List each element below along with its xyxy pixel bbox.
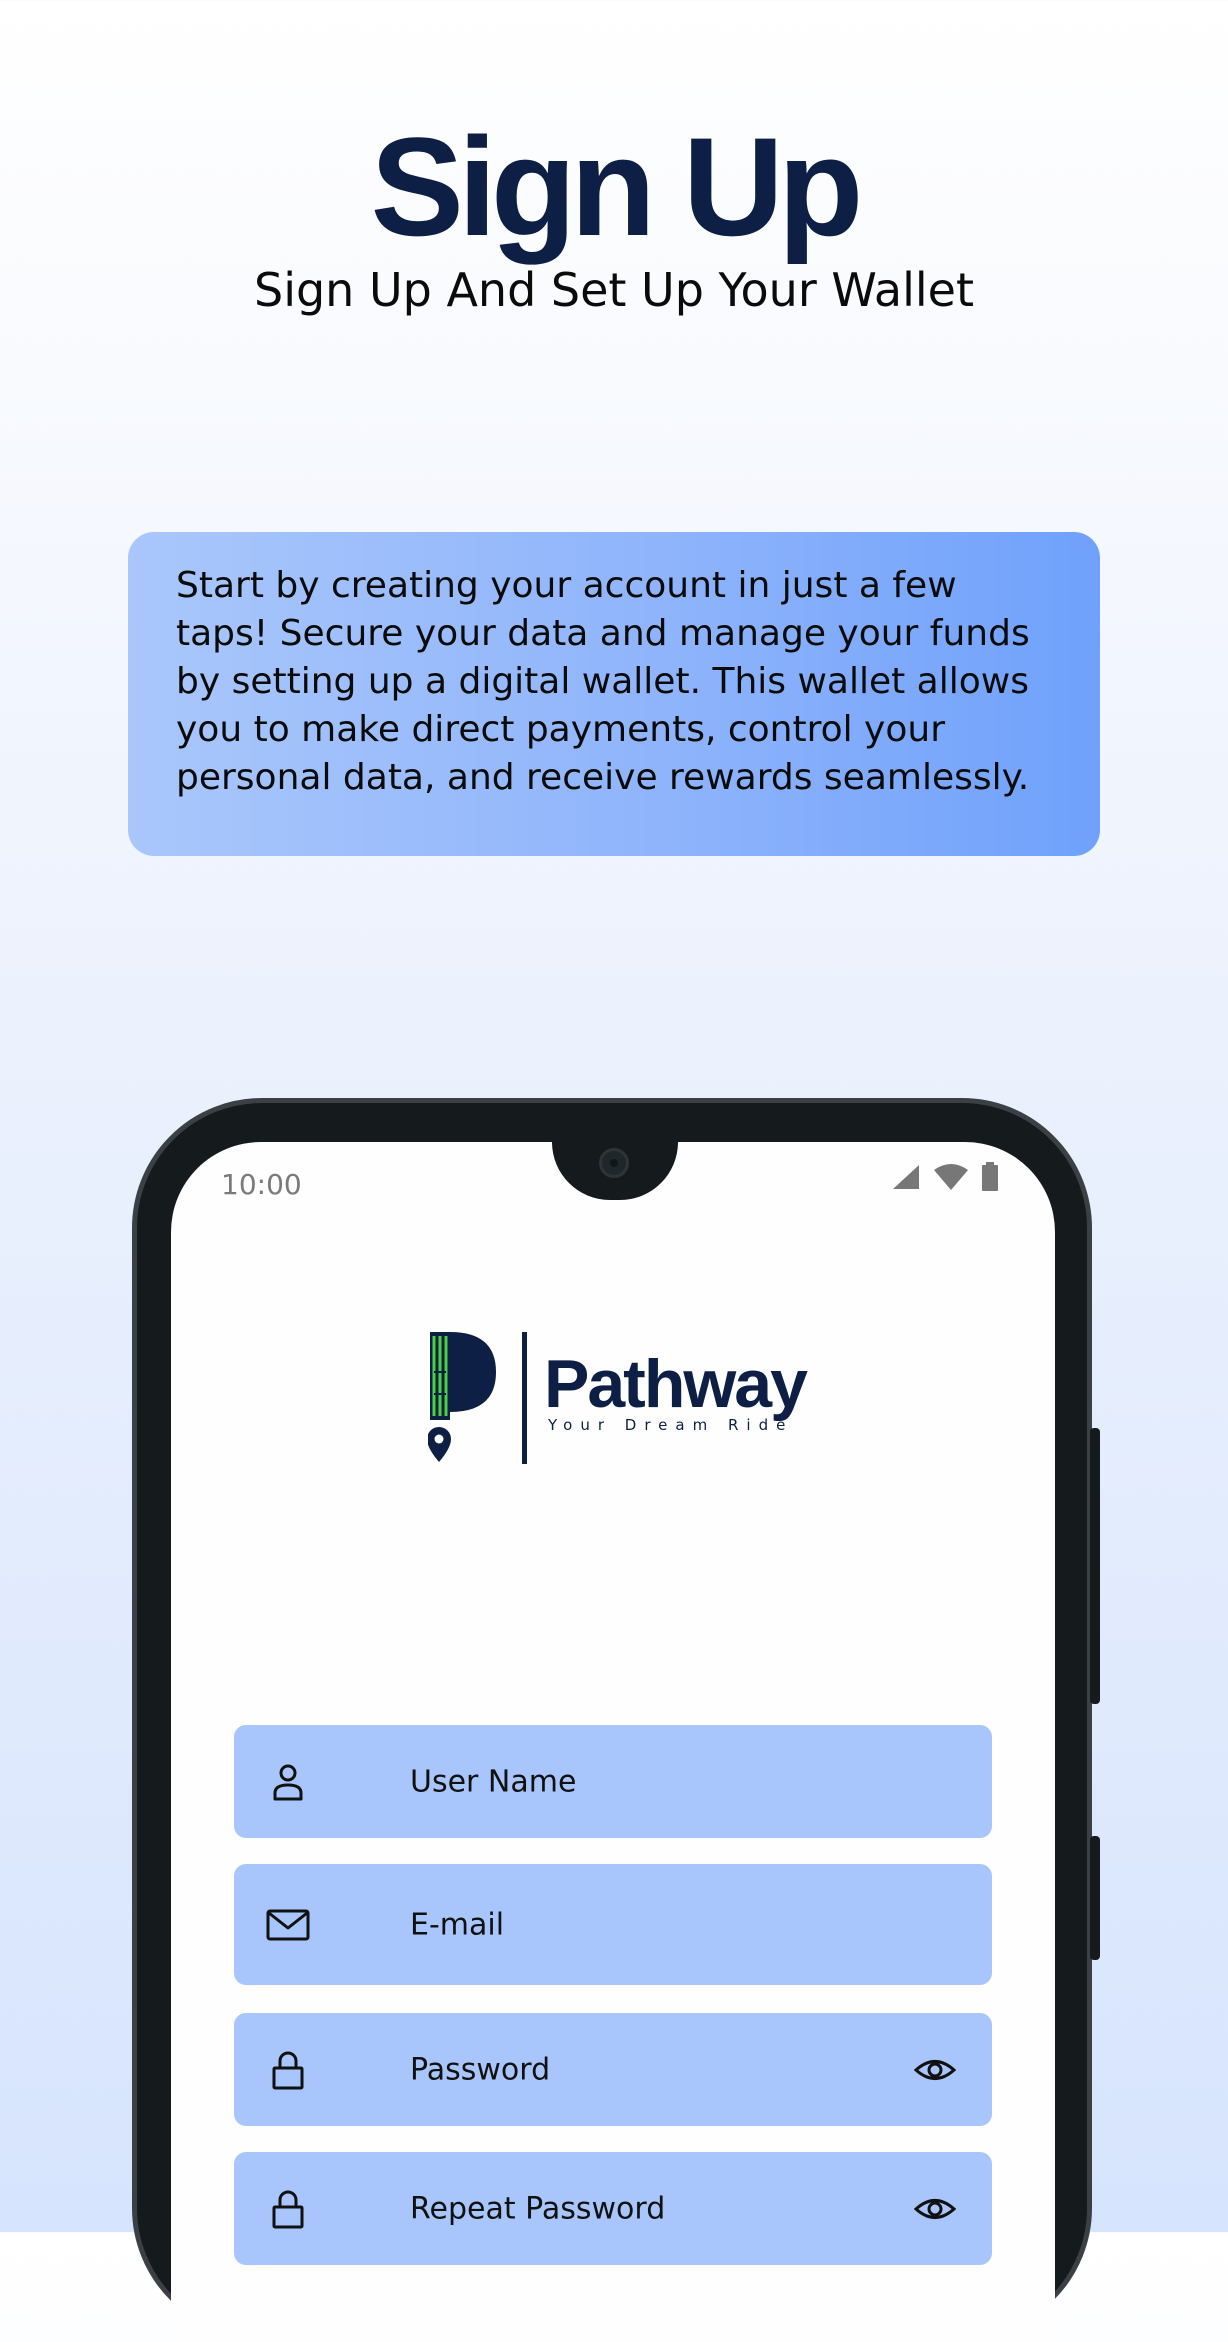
camera-icon xyxy=(599,1148,629,1178)
logo-tagline: Your Dream Ride xyxy=(548,1416,794,1434)
pathway-logo-icon xyxy=(428,1332,496,1462)
info-text-line: you to make direct payments, control you… xyxy=(176,709,946,750)
phone-notch xyxy=(552,1142,678,1200)
info-text-line: taps! Secure your data and manage your f… xyxy=(176,613,1030,654)
wifi-icon xyxy=(934,1164,968,1190)
repeat-password-field[interactable]: Repeat Password xyxy=(234,2152,992,2265)
mail-icon xyxy=(266,1909,310,1940)
logo-name: Pathway xyxy=(544,1346,808,1422)
status-time: 10:00 xyxy=(221,1168,302,1201)
info-text-line: by setting up a digital wallet. This wal… xyxy=(176,661,1029,702)
email-field[interactable]: E-mail xyxy=(234,1864,992,1985)
lock-icon xyxy=(272,2051,304,2089)
logo-divider xyxy=(522,1332,527,1464)
phone-screen: 10:00 Pathway Your Dream Ride User Name … xyxy=(171,1142,1055,2342)
page-subtitle: Sign Up And Set Up Your Wallet xyxy=(254,263,974,317)
signal-icon xyxy=(893,1165,919,1189)
username-placeholder: User Name xyxy=(410,1764,577,1799)
phone-power-button xyxy=(1090,1836,1100,1960)
info-card: Start by creating your account in just a… xyxy=(128,532,1100,856)
password-placeholder: Password xyxy=(410,2052,551,2087)
username-field[interactable]: User Name xyxy=(234,1725,992,1838)
email-placeholder: E-mail xyxy=(410,1907,505,1942)
battery-icon xyxy=(982,1162,998,1191)
status-icons xyxy=(891,1162,999,1192)
info-text-line: personal data, and receive rewards seaml… xyxy=(176,757,1030,798)
page-title: Sign Up xyxy=(370,108,864,265)
info-text-line: Start by creating your account in just a… xyxy=(176,565,957,606)
pathway-logo: Pathway Your Dream Ride xyxy=(428,1332,828,1472)
repeat-password-placeholder: Repeat Password xyxy=(410,2191,666,2226)
phone-volume-button xyxy=(1090,1428,1100,1704)
eye-icon[interactable] xyxy=(914,2049,956,2091)
password-field[interactable]: Password xyxy=(234,2013,992,2126)
eye-icon[interactable] xyxy=(914,2188,956,2230)
user-icon xyxy=(273,1764,303,1800)
lock-icon xyxy=(272,2190,304,2228)
